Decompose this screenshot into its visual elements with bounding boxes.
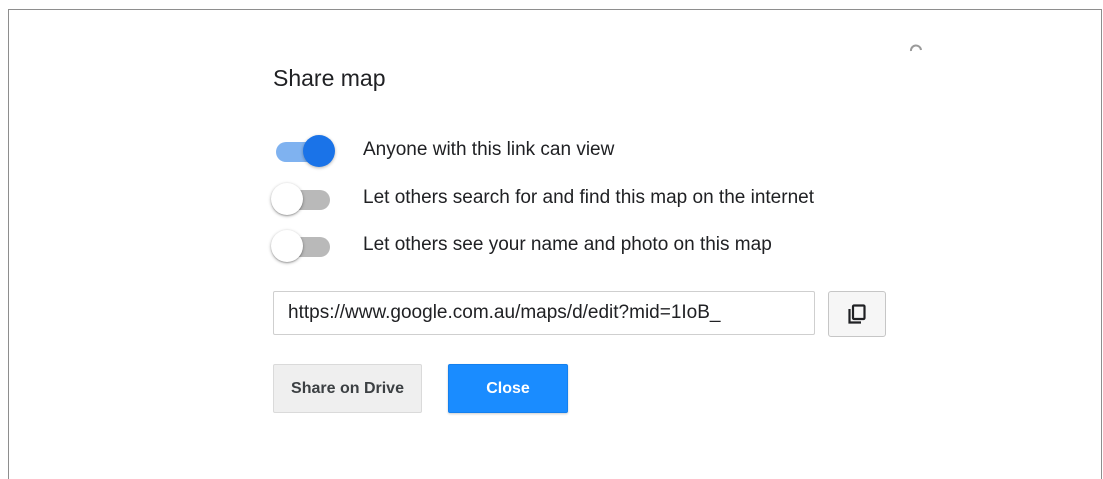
share-link-input[interactable] bbox=[273, 291, 815, 335]
copy-icon bbox=[848, 304, 866, 324]
toggle-knob bbox=[271, 230, 303, 262]
show-name-photo-label: Let others see your name and photo on th… bbox=[363, 234, 772, 255]
toggle-knob bbox=[271, 183, 303, 215]
show-name-photo-toggle[interactable] bbox=[270, 225, 334, 265]
copy-link-button[interactable] bbox=[828, 291, 886, 337]
link-view-label: Anyone with this link can view bbox=[363, 139, 615, 160]
toggle-knob bbox=[303, 135, 335, 167]
close-button[interactable]: Close bbox=[448, 364, 568, 413]
link-view-toggle[interactable] bbox=[270, 130, 335, 170]
toggle-row-show-name-photo[interactable]: Let others see your name and photo on th… bbox=[270, 225, 910, 265]
toggle-row-search-visibility[interactable]: Let others search for and find this map … bbox=[270, 178, 910, 218]
search-visibility-label: Let others search for and find this map … bbox=[363, 187, 814, 208]
loading-spinner-icon bbox=[910, 44, 922, 52]
toggle-row-link-view[interactable]: Anyone with this link can view bbox=[270, 130, 910, 170]
search-visibility-toggle[interactable] bbox=[270, 178, 334, 218]
dialog-title: Share map bbox=[273, 65, 386, 91]
share-on-drive-button[interactable]: Share on Drive bbox=[273, 364, 422, 413]
